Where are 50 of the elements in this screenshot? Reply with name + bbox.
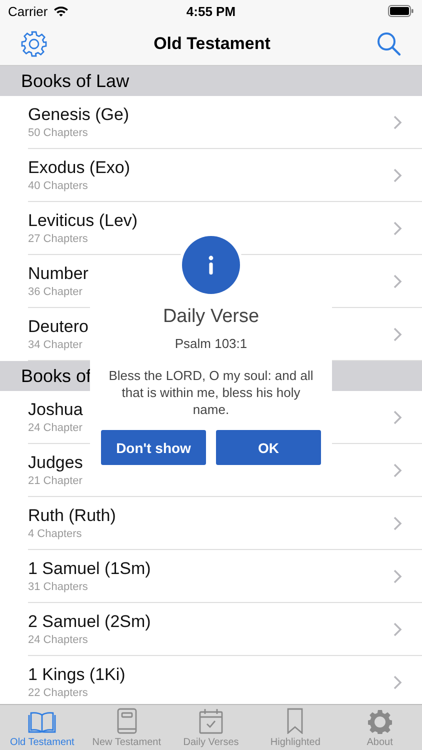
chevron-icon bbox=[393, 568, 402, 584]
chapter-count: 34 Chapter bbox=[28, 339, 82, 351]
chapter-count: 50 Chapters bbox=[28, 127, 88, 139]
book-name[interactable]: Ruth (Ruth) bbox=[28, 506, 116, 526]
chapter-count: 21 Chapter bbox=[28, 475, 82, 487]
book-name[interactable]: Joshua bbox=[28, 400, 83, 420]
chevron-icon bbox=[393, 274, 402, 288]
open-book-icon bbox=[28, 710, 56, 734]
chevron-icon bbox=[393, 410, 402, 424]
chevron-icon bbox=[393, 114, 402, 130]
screen-title: Old Testament bbox=[154, 34, 270, 54]
dialog-title: Daily Verse bbox=[162, 306, 260, 328]
chevron-icon bbox=[393, 516, 402, 530]
chapter-count: 22 Chapters bbox=[28, 687, 88, 699]
wifi-icon bbox=[52, 5, 69, 17]
chapter-count: 40 Chapters bbox=[28, 180, 88, 192]
search-icon[interactable] bbox=[376, 30, 402, 56]
chapter-count: 24 Chapter bbox=[28, 422, 82, 434]
book-name[interactable]: Genesis (Ge) bbox=[28, 105, 130, 125]
book-name[interactable]: 1 Kings (1Ki) bbox=[28, 665, 126, 685]
book-name[interactable]: Exodus (Exo) bbox=[28, 158, 130, 178]
dialog-button[interactable]: OK bbox=[216, 430, 321, 465]
chevron-icon bbox=[393, 326, 402, 342]
chapter-count: 31 Chapters bbox=[28, 581, 88, 593]
book-name[interactable]: 2 Samuel (2Sm) bbox=[28, 612, 151, 632]
book-name[interactable]: Deutero bbox=[28, 317, 88, 337]
battery-icon bbox=[388, 5, 414, 17]
settings-icon[interactable] bbox=[20, 30, 48, 58]
chevron-icon bbox=[393, 622, 402, 636]
bookmark-icon bbox=[287, 708, 304, 734]
closed-book-icon bbox=[116, 708, 138, 734]
carrier-name: Carrier bbox=[8, 4, 48, 18]
chevron-icon bbox=[393, 674, 402, 690]
book-name[interactable]: Leviticus (Lev) bbox=[28, 211, 138, 231]
chevron-icon bbox=[393, 220, 402, 236]
gear-icon bbox=[368, 710, 392, 734]
chevron-icon bbox=[393, 462, 402, 478]
chapter-count: 24 Chapters bbox=[28, 634, 88, 646]
chevron-icon bbox=[393, 168, 402, 182]
section-header: Books of Law bbox=[0, 66, 422, 96]
book-name[interactable]: 1 Samuel (1Sm) bbox=[28, 559, 151, 579]
chapter-count: 4 Chapters bbox=[28, 528, 82, 540]
chapter-count: 27 Chapters bbox=[28, 233, 88, 245]
book-name[interactable]: Number bbox=[28, 264, 88, 284]
chapter-count: 36 Chapter bbox=[28, 286, 82, 298]
calendar-icon bbox=[199, 708, 224, 734]
dialog-button[interactable]: Don't show bbox=[101, 430, 206, 465]
book-name[interactable]: Judges bbox=[28, 453, 83, 473]
status-time: 4:55 PM bbox=[185, 4, 237, 18]
verse-reference: Psalm 103:1 bbox=[174, 336, 248, 351]
